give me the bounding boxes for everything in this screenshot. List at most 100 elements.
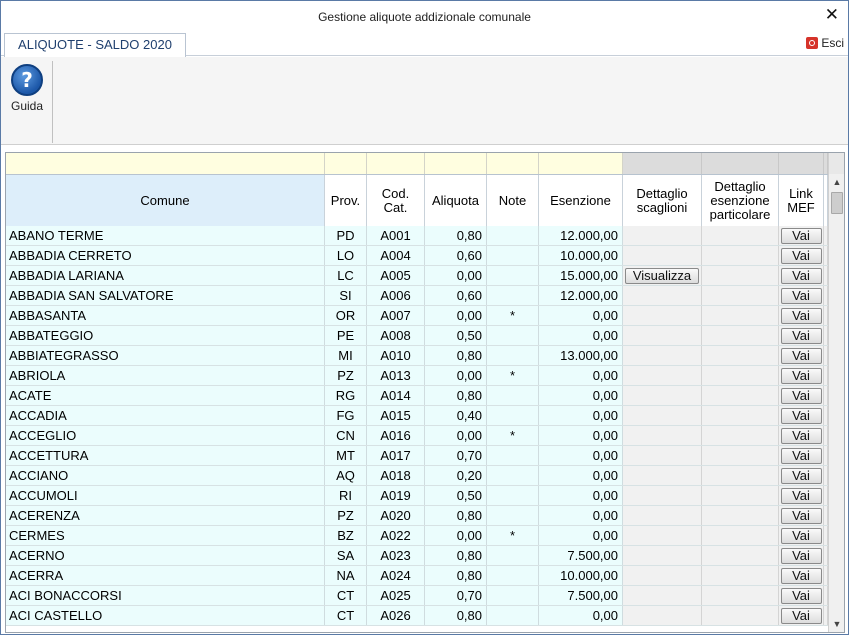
filter-aliquota[interactable] (425, 153, 487, 174)
table-row[interactable]: ACERENZA PZ A020 0,80 0,00 Vai (6, 506, 828, 526)
table-row[interactable]: ABBIATEGRASSO MI A010 0,80 13.000,00 Vai (6, 346, 828, 366)
cell-link-mef: Vai (779, 446, 824, 465)
exit-label: Esci (821, 36, 844, 50)
table-row[interactable]: ABANO TERME PD A001 0,80 12.000,00 Vai (6, 226, 828, 246)
cell-dettaglio-scaglioni (623, 506, 702, 525)
cell-comune: ACI CASTELLO (6, 606, 325, 625)
cell-prov: SA (325, 546, 367, 565)
cell-note (487, 466, 539, 485)
help-button[interactable]: ? Guida (6, 64, 48, 113)
table-row[interactable]: CERMES BZ A022 0,00 * 0,00 Vai (6, 526, 828, 546)
cell-cod-cat: A008 (367, 326, 425, 345)
filter-cod-cat[interactable] (367, 153, 425, 174)
vai-button[interactable]: Vai (780, 567, 822, 584)
tab-aliquote-saldo[interactable]: ALIQUOTE - SALDO 2020 (4, 33, 186, 57)
table-row[interactable]: ABBATEGGIO PE A008 0,50 0,00 Vai (6, 326, 828, 346)
table-row[interactable]: ACI CASTELLO CT A026 0,80 0,00 Vai (6, 606, 828, 626)
column-header-note[interactable]: Note (487, 175, 539, 226)
filter-esenzione[interactable] (539, 153, 623, 174)
cell-aliquota: 0,80 (425, 346, 487, 365)
cell-prov: LO (325, 246, 367, 265)
column-header-link-mef[interactable]: Link MEF (779, 175, 824, 226)
table-row[interactable]: ACCEGLIO CN A016 0,00 * 0,00 Vai (6, 426, 828, 446)
cell-comune: ABBADIA CERRETO (6, 246, 325, 265)
vertical-scrollbar[interactable]: ▲ ▼ (828, 174, 844, 632)
cell-esenzione: 0,00 (539, 366, 623, 385)
vai-button[interactable]: Vai (780, 487, 822, 504)
table-row[interactable]: ACCUMOLI RI A019 0,50 0,00 Vai (6, 486, 828, 506)
close-icon[interactable]: ✕ (825, 6, 839, 23)
scrollbar-thumb[interactable] (831, 192, 843, 214)
ribbon-separator (52, 61, 53, 143)
cell-aliquota: 0,60 (425, 286, 487, 305)
table-row[interactable]: ABRIOLA PZ A013 0,00 * 0,00 Vai (6, 366, 828, 386)
vai-button[interactable]: Vai (780, 527, 822, 544)
cell-note (487, 266, 539, 285)
vai-button[interactable]: Vai (780, 407, 822, 424)
column-header-comune[interactable]: Comune (6, 175, 325, 226)
table-row[interactable]: ABBASANTA OR A007 0,00 * 0,00 Vai (6, 306, 828, 326)
column-header-cod-cat[interactable]: Cod. Cat. (367, 175, 425, 226)
cell-aliquota: 0,70 (425, 446, 487, 465)
cell-dettaglio-scaglioni: Visualizza (623, 266, 702, 285)
cell-dettaglio-esenzione (702, 466, 779, 485)
cell-dettaglio-esenzione (702, 326, 779, 345)
vai-button[interactable]: Vai (780, 387, 822, 404)
table-row[interactable]: ABBADIA CERRETO LO A004 0,60 10.000,00 Vai (6, 246, 828, 266)
cell-esenzione: 10.000,00 (539, 566, 623, 585)
cell-dettaglio-scaglioni (623, 486, 702, 505)
exit-button[interactable]: Esci (806, 36, 844, 50)
cell-dettaglio-esenzione (702, 366, 779, 385)
table-row[interactable]: ACI BONACCORSI CT A025 0,70 7.500,00 Vai (6, 586, 828, 606)
vai-button[interactable]: Vai (780, 607, 822, 624)
cell-cod-cat: A022 (367, 526, 425, 545)
cell-cod-cat: A024 (367, 566, 425, 585)
column-header-dettaglio-esenzione[interactable]: Dettaglio esenzione particolare (702, 175, 779, 226)
table-row[interactable]: ACCIANO AQ A018 0,20 0,00 Vai (6, 466, 828, 486)
table-row[interactable]: ACERNO SA A023 0,80 7.500,00 Vai (6, 546, 828, 566)
cell-cod-cat: A013 (367, 366, 425, 385)
cell-comune: ACCETTURA (6, 446, 325, 465)
table-row[interactable]: ACERRA NA A024 0,80 10.000,00 Vai (6, 566, 828, 586)
cell-comune: ABANO TERME (6, 226, 325, 245)
table-row[interactable]: ACCADIA FG A015 0,40 0,00 Vai (6, 406, 828, 426)
table-row[interactable]: ABBADIA LARIANA LC A005 0,00 15.000,00 Visual… (6, 266, 828, 286)
cell-comune: ACI BONACCORSI (6, 586, 325, 605)
vai-button[interactable]: Vai (780, 267, 822, 284)
vai-button[interactable]: Vai (780, 467, 822, 484)
vai-button[interactable]: Vai (780, 367, 822, 384)
filter-prov[interactable] (325, 153, 367, 174)
filter-comune[interactable] (6, 153, 325, 174)
cell-note (487, 546, 539, 565)
cell-esenzione: 0,00 (539, 326, 623, 345)
table-row[interactable]: ABBADIA SAN SALVATORE SI A006 0,60 12.000,00… (6, 286, 828, 306)
cell-comune: ACERENZA (6, 506, 325, 525)
cell-prov: CT (325, 606, 367, 625)
vai-button[interactable]: Vai (780, 547, 822, 564)
scroll-corner (828, 153, 844, 174)
vai-button[interactable]: Vai (780, 287, 822, 304)
table-row[interactable]: ACCETTURA MT A017 0,70 0,00 Vai (6, 446, 828, 466)
vai-button[interactable]: Vai (780, 447, 822, 464)
scroll-down-icon[interactable]: ▼ (829, 616, 844, 632)
vai-button[interactable]: Vai (780, 507, 822, 524)
vai-button[interactable]: Vai (780, 347, 822, 364)
column-header-esenzione[interactable]: Esenzione (539, 175, 623, 226)
table-row[interactable]: ACATE RG A014 0,80 0,00 Vai (6, 386, 828, 406)
vai-button[interactable]: Vai (780, 247, 822, 264)
vai-button[interactable]: Vai (780, 587, 822, 604)
filter-note[interactable] (487, 153, 539, 174)
cell-esenzione: 12.000,00 (539, 226, 623, 245)
column-header-prov[interactable]: Prov. (325, 175, 367, 226)
vai-button[interactable]: Vai (780, 307, 822, 324)
vai-button[interactable]: Vai (780, 327, 822, 344)
visualizza-button[interactable]: Visualizza (625, 267, 699, 284)
cell-note (487, 226, 539, 245)
column-header-dettaglio-scaglioni[interactable]: Dettaglio scaglioni (623, 175, 702, 226)
cell-note (487, 506, 539, 525)
scroll-up-icon[interactable]: ▲ (829, 174, 844, 190)
cell-prov: PZ (325, 366, 367, 385)
vai-button[interactable]: Vai (780, 427, 822, 444)
vai-button[interactable]: Vai (780, 227, 822, 244)
column-header-aliquota[interactable]: Aliquota (425, 175, 487, 226)
